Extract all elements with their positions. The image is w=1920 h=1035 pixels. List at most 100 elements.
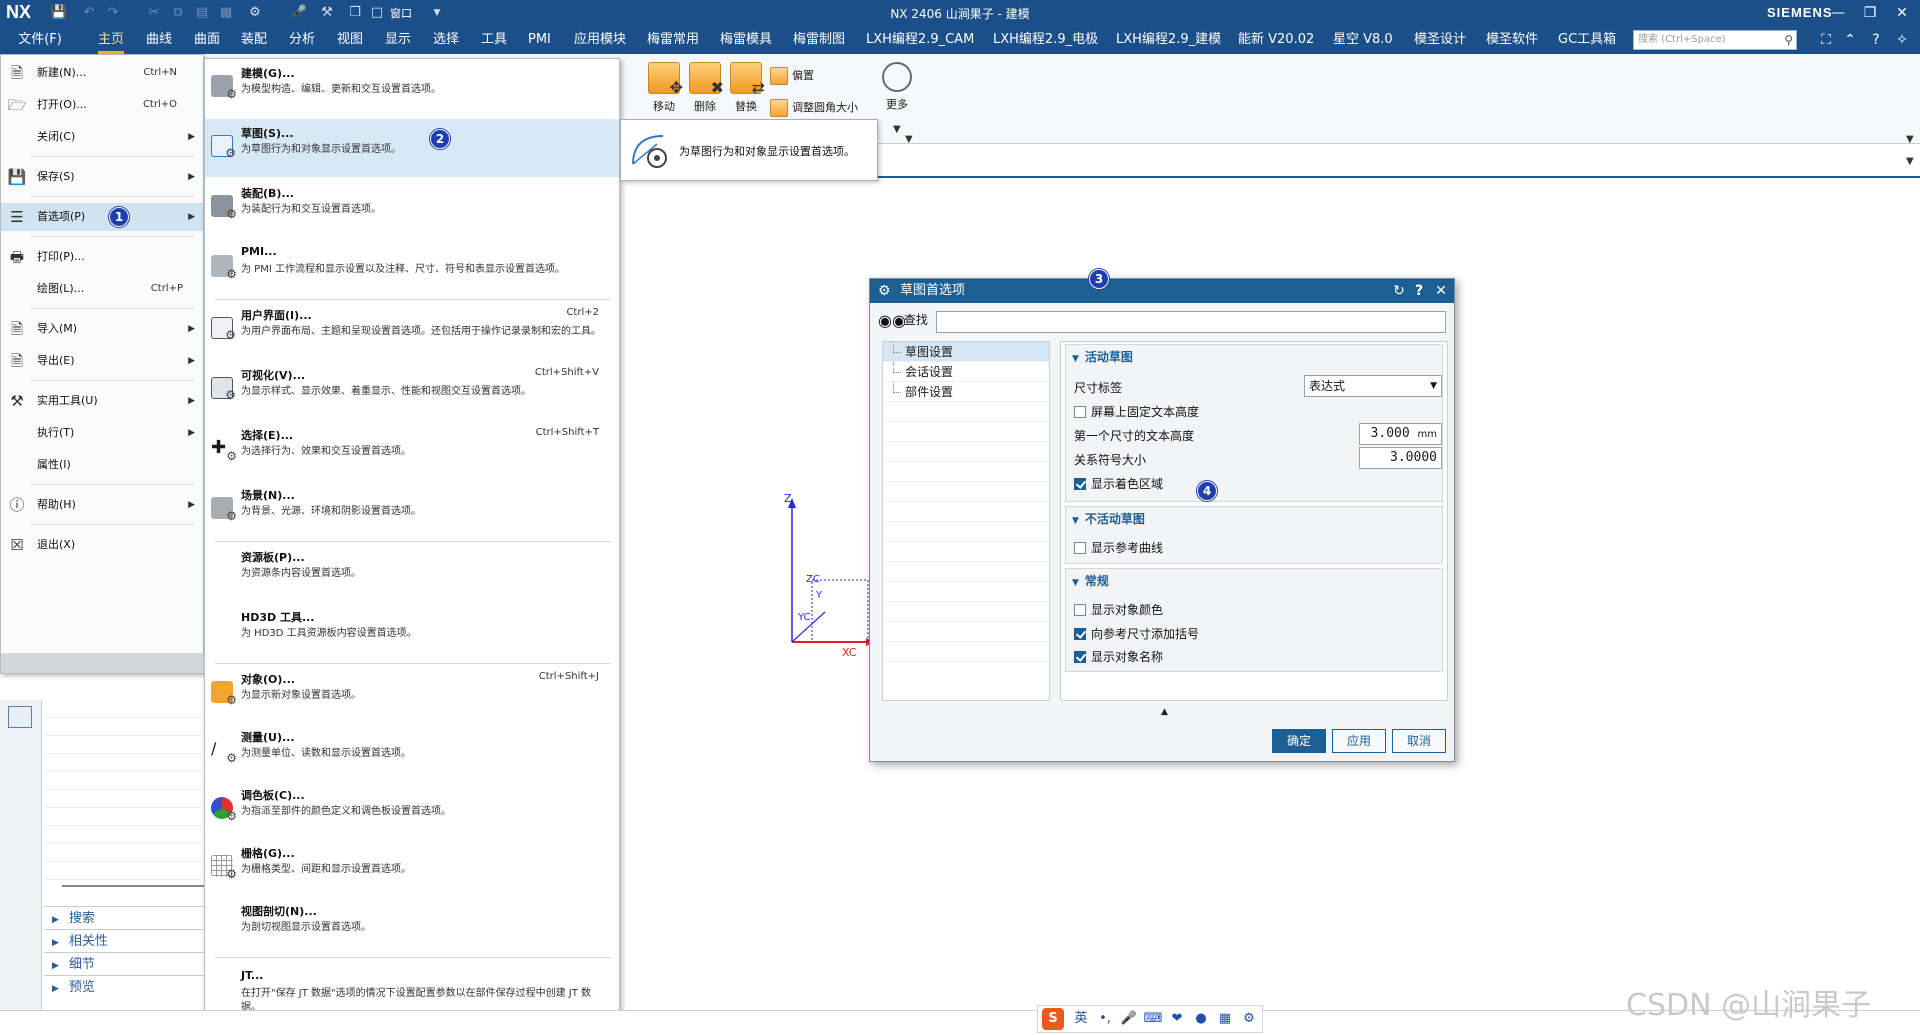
menu-item-help[interactable]: ⓘ 帮助(H) ▶ bbox=[1, 491, 203, 519]
offset-region-button[interactable]: 偏置 bbox=[770, 67, 814, 85]
tab-curve[interactable]: 曲线 bbox=[146, 26, 172, 54]
section-dependencies[interactable]: ▶ 相关性 bbox=[44, 929, 204, 952]
section-search[interactable]: ▶ 搜索 bbox=[44, 906, 204, 929]
settings-gear-icon[interactable]: ⚙ bbox=[246, 4, 264, 22]
command-bar-options-icon[interactable]: ▼ bbox=[1906, 156, 1914, 167]
pref-resource-bar[interactable]: 资源板(P)... 为资源条内容设置首选项。 bbox=[205, 543, 619, 601]
show-shaded-regions-checkbox[interactable]: 显示着色区域 bbox=[1074, 475, 1163, 492]
menu-item-save[interactable]: 💾 保存(S) ▶ bbox=[1, 163, 203, 191]
help-icon[interactable]: ? bbox=[1866, 30, 1886, 50]
tree-item-session-settings[interactable]: 会话设置 bbox=[883, 362, 1049, 382]
show-object-color-checkbox[interactable]: 显示对象颜色 bbox=[1074, 601, 1163, 618]
group-header-inactive-sketch[interactable]: ▼ 不活动草图 bbox=[1072, 510, 1145, 527]
pref-pmi[interactable]: ⚙ PMI... 为 PMI 工作流程和显示设置以及注释、尺寸、符号和表显示设置… bbox=[205, 239, 619, 297]
pref-scene[interactable]: ⚙ 场景(N)... 为背景、光源、环境和阴影设置首选项。 bbox=[205, 481, 619, 539]
menu-item-exit[interactable]: ☒ 退出(X) bbox=[1, 531, 203, 559]
copy-icon[interactable]: ⧉ bbox=[169, 4, 187, 22]
ime-settings-icon[interactable]: ⚙ bbox=[1238, 1006, 1260, 1032]
pref-sketch[interactable]: ⚙ 草图(S)... 为草图行为和对象显示设置首选项。 bbox=[205, 119, 619, 177]
pref-selection[interactable]: ✚ ⚙ 选择(E)... Ctrl+Shift+T 为选择行为、效果和交互设置首选… bbox=[205, 421, 619, 479]
skin-icon[interactable]: ❤ bbox=[1166, 1006, 1188, 1032]
pref-visualization[interactable]: ⚙ 可视化(V)... Ctrl+Shift+V 为显示样式、显示效果、着重显示… bbox=[205, 361, 619, 419]
tab-applications[interactable]: 应用模块 bbox=[574, 26, 626, 54]
paste-special-icon[interactable]: ▩ bbox=[217, 4, 235, 22]
tab-lxh-electrode[interactable]: LXH编程2.9_电极 bbox=[993, 26, 1098, 54]
restore-icon[interactable]: ❐ bbox=[1855, 2, 1885, 24]
tab-select[interactable]: 选择 bbox=[433, 26, 459, 54]
pref-modeling[interactable]: ⚙ 建模(G)... 为模型构造、编辑、更新和交互设置首选项。 bbox=[205, 59, 619, 117]
group-header-general[interactable]: ▼ 常规 bbox=[1072, 572, 1109, 589]
voice-input-icon[interactable]: 🎤 bbox=[1118, 1006, 1140, 1032]
pref-view-section[interactable]: 视图剖切(N)... 为剖切视图显示设置首选项。 bbox=[205, 897, 619, 955]
close-icon[interactable]: ✕ bbox=[1887, 2, 1917, 24]
pref-object[interactable]: ⚙ 对象(O)... Ctrl+Shift+J 为显示新对象设置首选项。 bbox=[205, 665, 619, 723]
keyboard-icon[interactable]: ⌨ bbox=[1142, 1006, 1164, 1032]
tab-meilei-drafting[interactable]: 梅雷制图 bbox=[793, 26, 845, 54]
tab-analysis[interactable]: 分析 bbox=[289, 26, 315, 54]
menu-item-execute[interactable]: 执行(T) ▶ bbox=[1, 419, 203, 447]
add-parentheses-checkbox[interactable]: 向参考尺寸添加括号 bbox=[1074, 625, 1199, 642]
reset-icon[interactable]: ↻ bbox=[1389, 279, 1409, 303]
collapse-ribbon-icon[interactable]: ⌃ bbox=[1840, 30, 1860, 50]
dim-label-select[interactable]: 表达式 ▼ bbox=[1304, 375, 1442, 397]
resize-fillet-button[interactable]: 调整圆角大小 bbox=[770, 99, 858, 117]
tab-lxh-modeling[interactable]: LXH编程2.9_建模 bbox=[1116, 26, 1221, 54]
pref-jt[interactable]: JT... 在打开"保存 JT 数据"选项的情况下设置配置参数以在部件保存过程中… bbox=[205, 963, 619, 1013]
pref-grid[interactable]: ⚙ 栅格(G)... 为栅格类型、间距和显示设置首选项。 bbox=[205, 839, 619, 897]
tab-meilei-mold[interactable]: 梅雷模具 bbox=[720, 26, 772, 54]
paste-icon[interactable]: ▤ bbox=[193, 4, 211, 22]
undo-icon[interactable]: ↶ bbox=[80, 4, 98, 22]
game-icon[interactable]: ● bbox=[1190, 1006, 1212, 1032]
pref-assembly[interactable]: ⚙ 装配(B)... 为装配行为和交互设置首选项。 bbox=[205, 179, 619, 237]
search-icon[interactable]: ⚲ bbox=[1784, 31, 1793, 49]
dialog-title-bar[interactable]: ⚙ 草图首选项 ↻ ? ✕ bbox=[870, 279, 1454, 303]
tab-meilei-common[interactable]: 梅雷常用 bbox=[647, 26, 699, 54]
menu-item-new[interactable]: 🗎 新建(N)... Ctrl+N bbox=[1, 59, 203, 87]
section-preview[interactable]: ▶ 预览 bbox=[44, 975, 204, 998]
window-icon[interactable]: □ bbox=[368, 4, 386, 22]
customize-arrow-icon[interactable]: ▼ bbox=[428, 4, 446, 22]
move-face-button[interactable]: ✥ 移动 bbox=[644, 62, 684, 114]
menu-item-import[interactable]: 🗎 导入(M) ▶ bbox=[1, 315, 203, 343]
save-icon[interactable]: 💾 bbox=[50, 4, 68, 22]
tab-mosheng-design[interactable]: 模圣设计 bbox=[1414, 26, 1466, 54]
tree-item-sketch-settings[interactable]: 草图设置 bbox=[883, 342, 1049, 362]
tab-tools[interactable]: 工具 bbox=[481, 26, 507, 54]
file-menu-button[interactable]: 文件(F) bbox=[0, 26, 80, 54]
pref-hd3d-tools[interactable]: HD3D 工具... 为 HD3D 工具资源板内容设置首选项。 bbox=[205, 603, 619, 661]
section-details[interactable]: ▶ 细节 bbox=[44, 952, 204, 975]
pin-icon[interactable]: ✧ bbox=[1892, 30, 1912, 50]
apply-button[interactable]: 应用 bbox=[1332, 729, 1386, 753]
help-icon[interactable]: ? bbox=[1409, 279, 1429, 303]
fullscreen-icon[interactable]: ⛶ bbox=[1816, 30, 1836, 50]
sogou-logo[interactable]: S bbox=[1042, 1008, 1064, 1030]
cancel-button[interactable]: 取消 bbox=[1392, 729, 1446, 753]
tools-icon[interactable]: ⚒ bbox=[318, 4, 336, 22]
tree-item-part-settings[interactable]: 部件设置 bbox=[883, 382, 1049, 402]
dialog-collapse-arrow-icon[interactable]: ▲ bbox=[1161, 707, 1168, 717]
cut-icon[interactable]: ✂ bbox=[145, 4, 163, 22]
group-header-active-sketch[interactable]: ▼ 活动草图 bbox=[1072, 348, 1133, 365]
menu-item-plot[interactable]: 绘图(L)... Ctrl+P bbox=[1, 275, 203, 303]
tab-mosheng-software[interactable]: 模圣软件 bbox=[1486, 26, 1538, 54]
minimize-icon[interactable]: — bbox=[1823, 2, 1853, 24]
tab-pmi[interactable]: PMI bbox=[528, 26, 551, 54]
menu-item-properties[interactable]: 属性(I) bbox=[1, 451, 203, 479]
toolbox-grid-icon[interactable]: ▦ bbox=[1214, 1006, 1236, 1032]
pref-measure[interactable]: ∕ ⚙ 测量(U)... 为测量单位、读数和显示设置首选项。 bbox=[205, 723, 619, 781]
more-dropdown-icon[interactable]: ▼ bbox=[893, 124, 901, 135]
part-navigator-icon[interactable] bbox=[8, 706, 32, 728]
tab-surface[interactable]: 曲面 bbox=[194, 26, 220, 54]
find-input[interactable] bbox=[936, 311, 1446, 333]
ok-button[interactable]: 确定 bbox=[1272, 729, 1326, 753]
fixed-text-height-checkbox[interactable]: 屏幕上固定文本高度 bbox=[1074, 403, 1199, 420]
panel-splitter[interactable] bbox=[62, 885, 204, 887]
microphone-icon[interactable]: 🎤 bbox=[290, 4, 308, 22]
window-menu-label[interactable]: 窗口 bbox=[390, 5, 412, 21]
ime-language-toggle[interactable]: 英 bbox=[1070, 1006, 1092, 1032]
tab-xingkong[interactable]: 星空 V8.0 bbox=[1333, 26, 1393, 54]
tab-gc-toolbox[interactable]: GC工具箱 bbox=[1558, 26, 1616, 54]
command-search-input[interactable]: 搜索 (Ctrl+Space) ⚲ bbox=[1633, 30, 1797, 50]
menu-item-export[interactable]: 🗎 导出(E) ▶ bbox=[1, 347, 203, 375]
show-ref-curves-checkbox[interactable]: 显示参考曲线 bbox=[1074, 539, 1163, 556]
